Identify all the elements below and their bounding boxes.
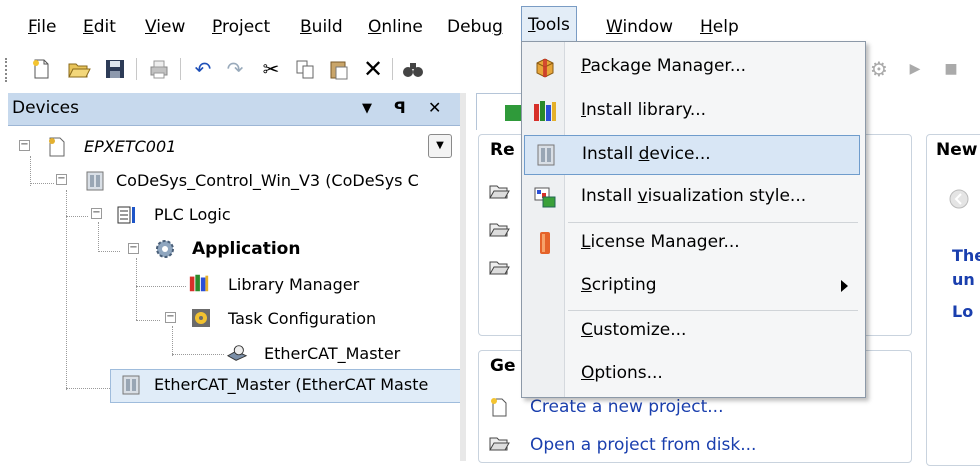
menu-item-install-visualization-style[interactable]: Install visualization style... (524, 178, 862, 216)
menu-item-package-manager[interactable]: Package Manager... (524, 48, 862, 86)
redo-icon[interactable]: ↷ (222, 56, 248, 82)
news-text-3: Lo (952, 302, 974, 321)
task-configuration-icon (190, 307, 212, 329)
menu-item-options[interactable]: Options... (524, 355, 862, 393)
cut-icon[interactable]: ✂ (258, 56, 284, 82)
recent-projects-label: Re (490, 140, 515, 160)
news-text-2: un (952, 270, 975, 289)
collapse-root-toggle[interactable]: − (19, 140, 30, 151)
recent-open-folder-icon-3 (488, 256, 510, 278)
license-icon (532, 230, 558, 256)
collapse-controller-toggle[interactable]: − (56, 174, 67, 185)
menu-debug[interactable]: Debug (441, 14, 509, 40)
toolbar-grip[interactable] (5, 58, 10, 82)
menu-build[interactable]: Build (294, 14, 349, 40)
open-project-link[interactable]: Open a project from disk... (530, 435, 756, 455)
find-icon[interactable] (400, 56, 426, 82)
menu-edit[interactable]: Edit (77, 14, 122, 40)
controller-icon (84, 170, 106, 192)
tree-item-task-configuration[interactable]: Task Configuration (228, 304, 376, 334)
tool-gray-icon[interactable]: ⚙ (866, 56, 892, 82)
tools-menu: Package Manager... Install library... In… (521, 41, 866, 398)
pin-icon[interactable]: ꟼ (394, 98, 406, 117)
devices-panel-title: Devices (12, 98, 79, 118)
menu-online[interactable]: Online (362, 14, 429, 40)
collapse-task-config-toggle[interactable]: − (165, 312, 176, 323)
ethercat-device-icon (120, 374, 142, 396)
menu-item-license-manager[interactable]: License Manager... (524, 224, 862, 262)
submenu-arrow-icon (841, 280, 848, 292)
stop-icon[interactable]: ■ (938, 56, 964, 82)
visualization-icon (532, 184, 558, 210)
delete-icon[interactable]: ✕ (360, 55, 386, 83)
menu-view[interactable]: View (139, 14, 191, 40)
collapse-plc-logic-toggle[interactable]: − (91, 208, 102, 219)
news-label: New (936, 140, 978, 160)
library-manager-icon (188, 272, 210, 294)
menu-window[interactable]: Window (600, 14, 679, 40)
tree-item-application[interactable]: Application (192, 234, 300, 264)
device-icon (533, 142, 559, 168)
tree-item-controller[interactable]: CoDeSys_Control_Win_V3 (CoDeSys C (116, 166, 419, 196)
library-icon (532, 98, 558, 124)
devices-panel-header: Devices ▼ ꟼ ✕ (8, 93, 460, 126)
tree-item-library-manager[interactable]: Library Manager (228, 270, 359, 300)
undo-icon[interactable]: ↶ (190, 56, 216, 82)
tree-item-root[interactable]: EPXETC001 (84, 132, 176, 162)
menu-tools[interactable]: Tools (521, 6, 577, 43)
plc-logic-icon (116, 204, 138, 226)
tree-dropdown-button[interactable]: ▼ (428, 134, 452, 158)
copy-icon[interactable] (292, 56, 318, 82)
menu-project[interactable]: Project (206, 14, 276, 40)
open-folder-icon[interactable] (66, 56, 92, 82)
close-icon[interactable]: ✕ (428, 98, 441, 117)
tree-item-ethercat-device[interactable]: EtherCAT_Master (EtherCAT Maste (154, 370, 428, 400)
menu-item-install-device[interactable]: Install device... (524, 135, 860, 175)
collapse-application-toggle[interactable]: − (128, 243, 139, 254)
tree-item-ethercat-task[interactable]: EtherCAT_Master (264, 339, 400, 369)
recent-open-folder-icon-2 (488, 218, 510, 240)
recent-open-folder-icon (488, 180, 510, 202)
project-icon (46, 136, 68, 158)
print-icon[interactable] (146, 56, 172, 82)
tree-item-plc-logic[interactable]: PLC Logic (154, 200, 231, 230)
menu-item-customize[interactable]: Customize... (524, 312, 862, 350)
menu-item-install-library[interactable]: Install library... (524, 92, 862, 130)
new-project-icon (488, 396, 510, 418)
get-started-label: Ge (490, 356, 516, 376)
save-icon[interactable] (102, 56, 128, 82)
new-file-icon[interactable] (28, 56, 54, 82)
open-project-icon (488, 432, 510, 454)
play-icon[interactable]: ▶ (902, 56, 928, 82)
paste-icon[interactable] (326, 56, 352, 82)
package-icon (532, 54, 558, 80)
news-text-1: The (952, 246, 980, 265)
menu-help[interactable]: Help (694, 14, 745, 40)
panel-menu-icon[interactable]: ▼ (362, 101, 372, 116)
news-back-icon[interactable] (948, 188, 970, 210)
application-gear-icon (154, 238, 176, 260)
news-box (926, 134, 980, 466)
create-new-project-link[interactable]: Create a new project... (530, 397, 723, 417)
task-icon (226, 342, 248, 364)
menu-file[interactable]: File (22, 14, 62, 40)
menu-item-scripting[interactable]: Scripting (524, 267, 862, 305)
